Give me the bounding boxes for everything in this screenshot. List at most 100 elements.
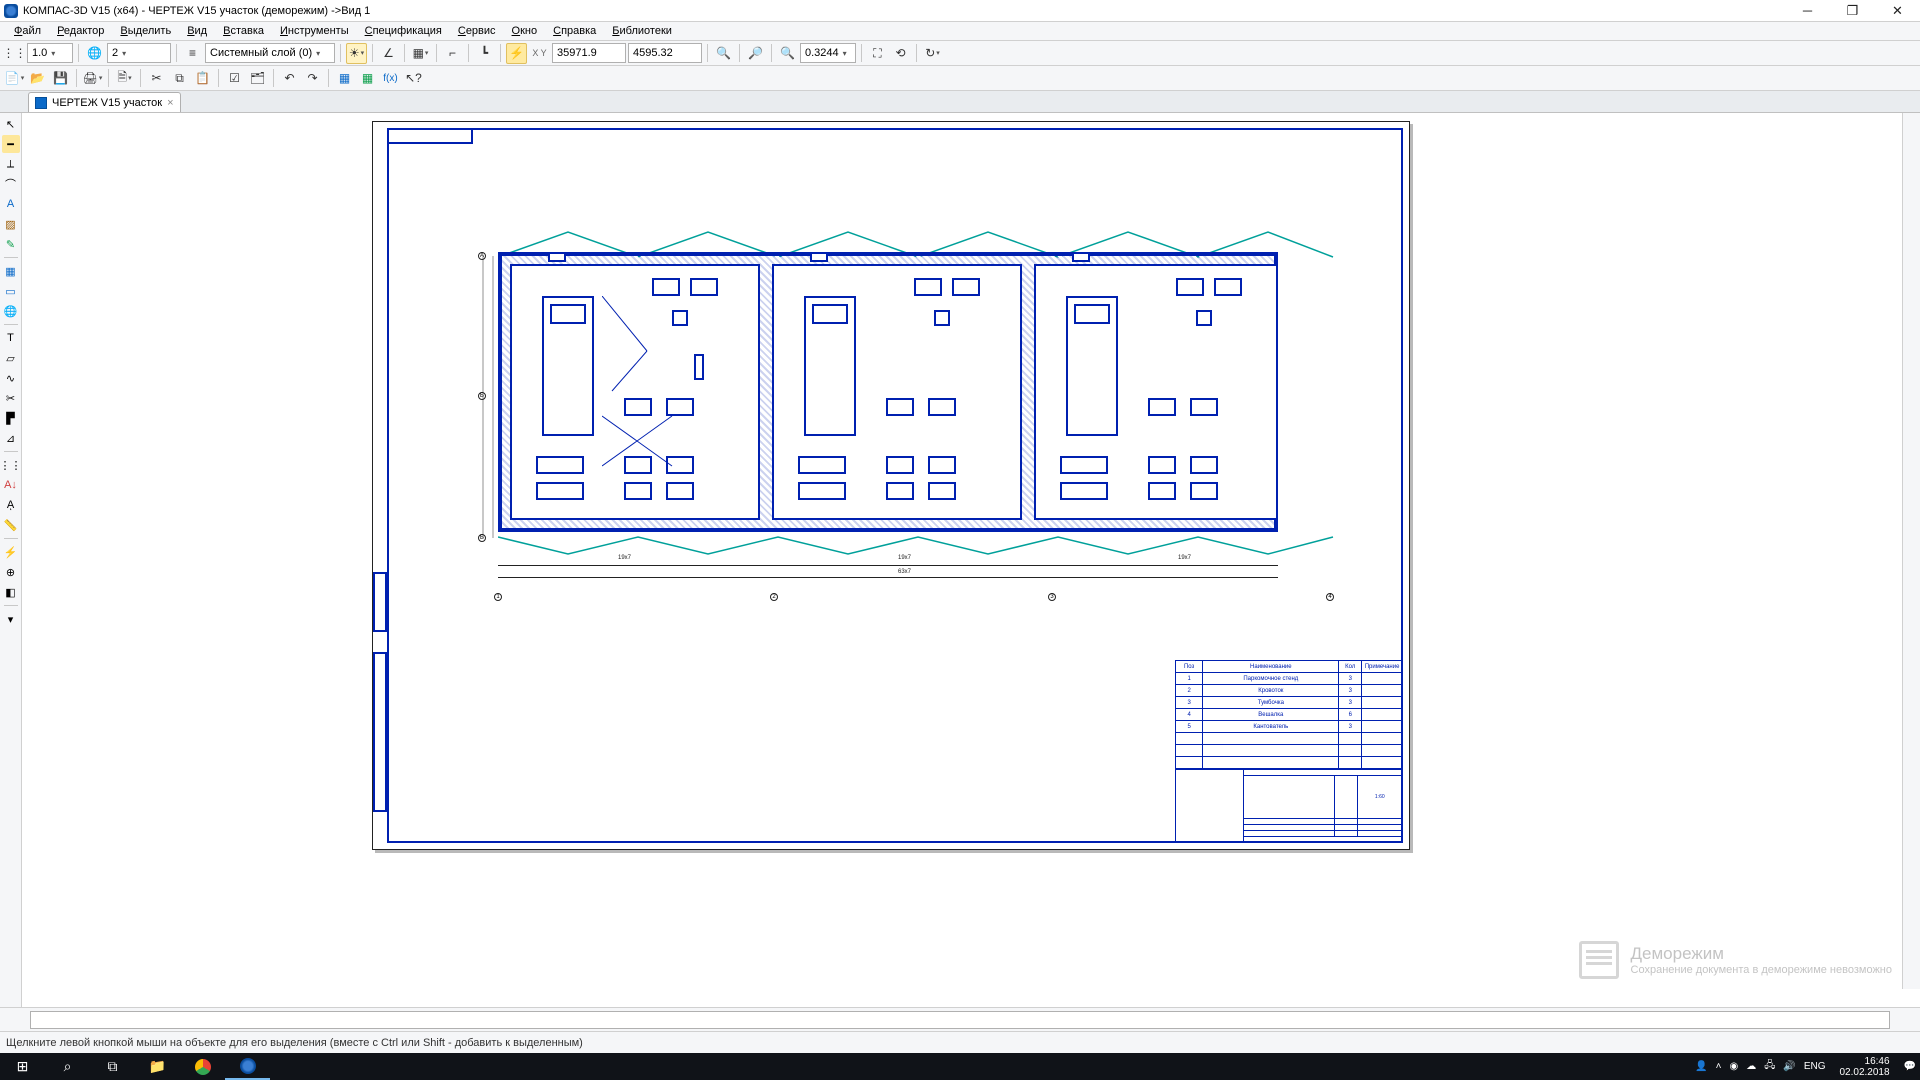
drawing-canvas[interactable]: А Б Б (22, 113, 1920, 1007)
ortho-button[interactable]: ⌐ (442, 43, 463, 64)
tab-close-icon[interactable]: × (167, 97, 173, 109)
tool-measure-icon[interactable]: 📏 (2, 516, 20, 534)
zoom-in-button[interactable]: 🔍 (713, 43, 734, 64)
copy-button[interactable]: ⧉ (169, 68, 190, 89)
equip-cart (798, 482, 846, 500)
tree-button[interactable]: 🗂 (247, 68, 268, 89)
coord-x[interactable]: 35971.9 (552, 43, 626, 63)
tool-spark-icon[interactable]: ⚡ (2, 543, 20, 561)
preview-button[interactable]: 🗎 (114, 68, 135, 89)
lib-button[interactable]: ▦ (334, 68, 355, 89)
tray-volume-icon[interactable]: 🔊 (1783, 1061, 1795, 1072)
zoom-combo[interactable]: 0.3244 (800, 43, 856, 63)
help-cursor-button[interactable]: ↖? (403, 68, 424, 89)
equip-bed (804, 296, 856, 436)
layers-icon[interactable]: ≡ (182, 43, 203, 64)
grid-step-icon[interactable]: ⋮⋮ (4, 43, 25, 64)
tool-chamfer-icon[interactable]: ▛ (2, 409, 20, 427)
snap-button[interactable]: ☀ (346, 43, 367, 64)
tool-construct-icon[interactable]: ⊿ (2, 429, 20, 447)
print-button[interactable]: 🖨 (82, 68, 103, 89)
angle-button[interactable]: ∠ (378, 43, 399, 64)
menu-tools[interactable]: Инструменты (272, 23, 357, 39)
undo-button[interactable]: ↶ (279, 68, 300, 89)
refresh-button[interactable]: ↻ (922, 43, 943, 64)
lib2-button[interactable]: ▦ (357, 68, 378, 89)
menu-file[interactable]: Файл (6, 23, 49, 39)
chrome-button[interactable] (180, 1053, 225, 1080)
command-input[interactable] (30, 1011, 1890, 1029)
tool-curve-icon[interactable]: ∿ (2, 369, 20, 387)
tool-arc-icon[interactable]: ⌒ (2, 175, 20, 193)
window-title: КОМПАС-3D V15 (x64) - ЧЕРТЕЖ V15 участок… (23, 5, 370, 17)
menu-libs[interactable]: Библиотеки (604, 23, 680, 39)
menu-insert[interactable]: Вставка (215, 23, 272, 39)
tool-t-icon[interactable]: T (2, 329, 20, 347)
scrollbar-vertical[interactable] (1902, 113, 1920, 989)
doc-tab-label: ЧЕРТЕЖ V15 участок (52, 97, 162, 109)
open-button[interactable]: 📂 (27, 68, 48, 89)
start-button[interactable]: ⊞ (0, 1053, 45, 1080)
tool-globe-icon[interactable]: 🌐 (2, 302, 20, 320)
tool-dims-icon[interactable]: ⟂ (2, 155, 20, 173)
tray-onedrive-icon[interactable]: ☁ (1746, 1061, 1756, 1072)
paste-button[interactable]: 📋 (192, 68, 213, 89)
document-tab[interactable]: ЧЕРТЕЖ V15 участок × (28, 92, 181, 112)
tool-edit-icon[interactable]: ✎ (2, 235, 20, 253)
tool-hatch-icon[interactable]: ▨ (2, 215, 20, 233)
search-button[interactable]: ⌕ (45, 1053, 90, 1080)
tray-network-icon[interactable]: 🖧 (1764, 1058, 1775, 1075)
zoom-prev-button[interactable]: ⟲ (890, 43, 911, 64)
save-button[interactable]: 💾 (50, 68, 71, 89)
formula-button[interactable]: f(x) (380, 68, 401, 89)
tool-pattern-icon[interactable]: ⋮⋮ (2, 456, 20, 474)
geom-cursor-icon[interactable]: ↖ (2, 115, 20, 133)
menu-select[interactable]: Выделить (112, 23, 179, 39)
menu-edit[interactable]: Редактор (49, 23, 112, 39)
view-icon[interactable]: 🌐 (84, 43, 105, 64)
tool-trim-icon[interactable]: ✂ (2, 389, 20, 407)
menu-view[interactable]: Вид (179, 23, 215, 39)
coord-y[interactable]: 4595.32 (628, 43, 702, 63)
tray-people-icon[interactable]: 👤 (1695, 1061, 1707, 1072)
cut-button[interactable]: ✂ (146, 68, 167, 89)
menu-spec[interactable]: Спецификация (357, 23, 450, 39)
equip-sm (666, 482, 694, 500)
tool-move-icon[interactable]: ⊕ (2, 563, 20, 581)
menu-help[interactable]: Справка (545, 23, 604, 39)
menu-window[interactable]: Окно (504, 23, 546, 39)
tray-chevron-icon[interactable]: ˄ (1716, 1061, 1722, 1072)
grid-button[interactable]: ▦ (410, 43, 431, 64)
taskview-button[interactable]: ⧉ (90, 1053, 135, 1080)
grid-step-combo[interactable]: 1.0 (27, 43, 73, 63)
tool-sheet-icon[interactable]: ▭ (2, 282, 20, 300)
tray-steam-icon[interactable]: ◉ (1729, 1061, 1738, 1072)
tool-text-icon[interactable]: A (2, 195, 20, 213)
explorer-button[interactable]: 📁 (135, 1053, 180, 1080)
tray-lang[interactable]: ENG (1804, 1061, 1826, 1072)
tool-align-icon[interactable]: A↓ (2, 476, 20, 494)
layer-combo[interactable]: Системный слой (0) (205, 43, 335, 63)
tray-clock[interactable]: 16:46 02.02.2018 (1833, 1056, 1895, 1078)
tool-font-icon[interactable]: Aͅ (2, 496, 20, 514)
local-cs-button[interactable]: ┗ (474, 43, 495, 64)
title-bar: КОМПАС-3D V15 (x64) - ЧЕРТЕЖ V15 участок… (0, 0, 1920, 22)
kompas-button[interactable] (225, 1053, 270, 1080)
properties-button[interactable]: ☑ (224, 68, 245, 89)
tool-mirror-icon[interactable]: ◧ (2, 583, 20, 601)
new-button[interactable]: 📄 (4, 68, 25, 89)
tray-notifications-icon[interactable]: 💬 (1904, 1061, 1916, 1072)
redo-button[interactable]: ↷ (302, 68, 323, 89)
menu-service[interactable]: Сервис (450, 23, 504, 39)
tool-lines-icon[interactable]: ━ (2, 135, 20, 153)
minimize-button[interactable]: ─ (1785, 0, 1830, 22)
tool-table-icon[interactable]: ▦ (2, 262, 20, 280)
zoom-fit-button[interactable]: ⛶ (867, 43, 888, 64)
tool-chevron-icon[interactable]: ▾ (2, 610, 20, 628)
maximize-button[interactable]: ❐ (1830, 0, 1875, 22)
zoom-out-button[interactable]: 🔎 (745, 43, 766, 64)
auto-button[interactable]: ⚡ (506, 43, 527, 64)
close-button[interactable]: ✕ (1875, 0, 1920, 22)
view-combo[interactable]: 2 (107, 43, 171, 63)
tool-surface-icon[interactable]: ▱ (2, 349, 20, 367)
